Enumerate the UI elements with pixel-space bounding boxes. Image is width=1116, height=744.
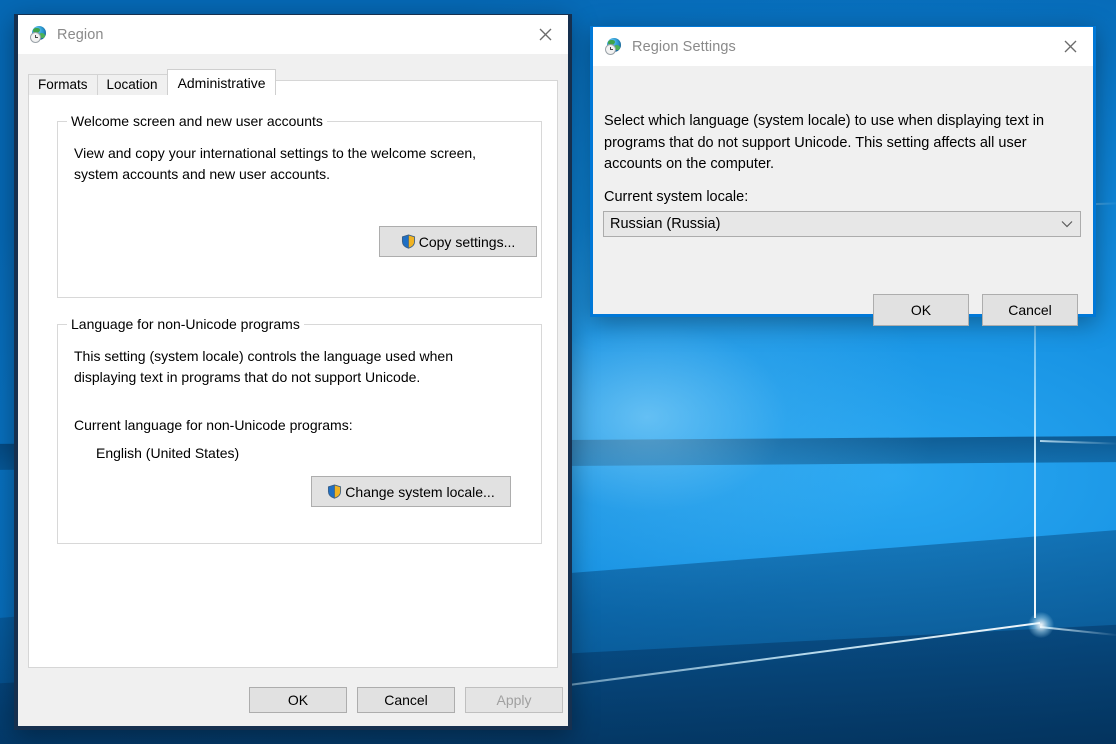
close-icon[interactable]: [1047, 27, 1093, 65]
region-settings-title: Region Settings: [632, 38, 736, 55]
system-locale-dropdown[interactable]: Russian (Russia): [603, 211, 1081, 237]
region-window-titlebar[interactable]: Region: [18, 14, 568, 54]
nonunicode-description-line1: This setting (system locale) controls th…: [74, 348, 453, 364]
tab-location-label: Location: [106, 77, 158, 93]
region-settings-body: Select which language (system locale) to…: [593, 66, 1093, 326]
apply-button-label: Apply: [496, 692, 532, 708]
dialog-ok-button[interactable]: OK: [873, 294, 969, 326]
current-system-locale-label: Current system locale:: [604, 189, 749, 205]
dialog-cancel-button-label: Cancel: [1008, 302, 1052, 318]
cancel-button[interactable]: Cancel: [357, 687, 455, 713]
tab-formats[interactable]: Formats: [28, 74, 98, 95]
tab-formats-label: Formats: [38, 77, 88, 93]
tab-administrative-label: Administrative: [177, 74, 266, 91]
administrative-tab-panel: Welcome screen and new user accounts Vie…: [28, 80, 558, 668]
system-locale-selected-value: Russian (Russia): [610, 216, 721, 232]
dialog-ok-button-label: OK: [910, 302, 932, 318]
welcome-screen-groupbox: Welcome screen and new user accounts Vie…: [57, 113, 542, 298]
uac-shield-icon: [328, 484, 342, 499]
nonunicode-description: This setting (system locale) controls th…: [74, 346, 524, 388]
close-icon[interactable]: [522, 15, 568, 53]
change-system-locale-button[interactable]: Change system locale...: [311, 476, 511, 507]
region-settings-description-line1: Select which language (system locale) to…: [604, 113, 1045, 129]
region-window-title: Region: [57, 26, 104, 43]
region-settings-titlebar[interactable]: Region Settings: [593, 26, 1093, 66]
region-tabs: Formats Location Administrative: [28, 69, 568, 95]
copy-settings-button-label: Copy settings...: [418, 233, 516, 250]
ok-button[interactable]: OK: [249, 687, 347, 713]
region-settings-dialog: Region Settings Select which language (s…: [590, 26, 1096, 326]
welcome-screen-description-line1: View and copy your international setting…: [74, 145, 477, 161]
welcome-screen-description-line2: system accounts and new user accounts.: [74, 166, 331, 182]
welcome-screen-description: View and copy your international setting…: [74, 143, 524, 185]
current-language-value: English (United States): [96, 445, 240, 461]
dialog-cancel-button[interactable]: Cancel: [982, 294, 1078, 326]
region-globe-clock-icon: [605, 37, 623, 56]
region-window: Region Formats Location Administrative W…: [14, 14, 572, 730]
region-settings-description: Select which language (system locale) to…: [604, 111, 1059, 176]
nonunicode-language-groupbox: Language for non-Unicode programs This s…: [57, 316, 542, 544]
nonunicode-language-legend: Language for non-Unicode programs: [67, 316, 304, 332]
chevron-down-icon[interactable]: [1054, 220, 1080, 228]
copy-settings-button[interactable]: Copy settings...: [379, 226, 537, 257]
tab-location[interactable]: Location: [96, 74, 168, 95]
region-settings-description-line3: accounts on the computer.: [604, 156, 775, 172]
uac-shield-icon: [401, 234, 415, 249]
ok-button-label: OK: [287, 692, 309, 708]
cancel-button-label: Cancel: [384, 692, 428, 708]
region-window-footer: OK Cancel Apply: [18, 672, 568, 726]
nonunicode-description-line2: displaying text in programs that do not …: [74, 369, 421, 385]
current-language-label: Current language for non-Unicode program…: [74, 417, 353, 433]
apply-button: Apply: [465, 687, 563, 713]
region-settings-description-line2: programs that do not support Unicode. Th…: [604, 134, 1027, 151]
welcome-screen-legend: Welcome screen and new user accounts: [67, 113, 327, 129]
tab-administrative[interactable]: Administrative: [166, 69, 277, 95]
change-system-locale-button-label: Change system locale...: [345, 483, 495, 500]
region-globe-clock-icon: [30, 25, 48, 44]
